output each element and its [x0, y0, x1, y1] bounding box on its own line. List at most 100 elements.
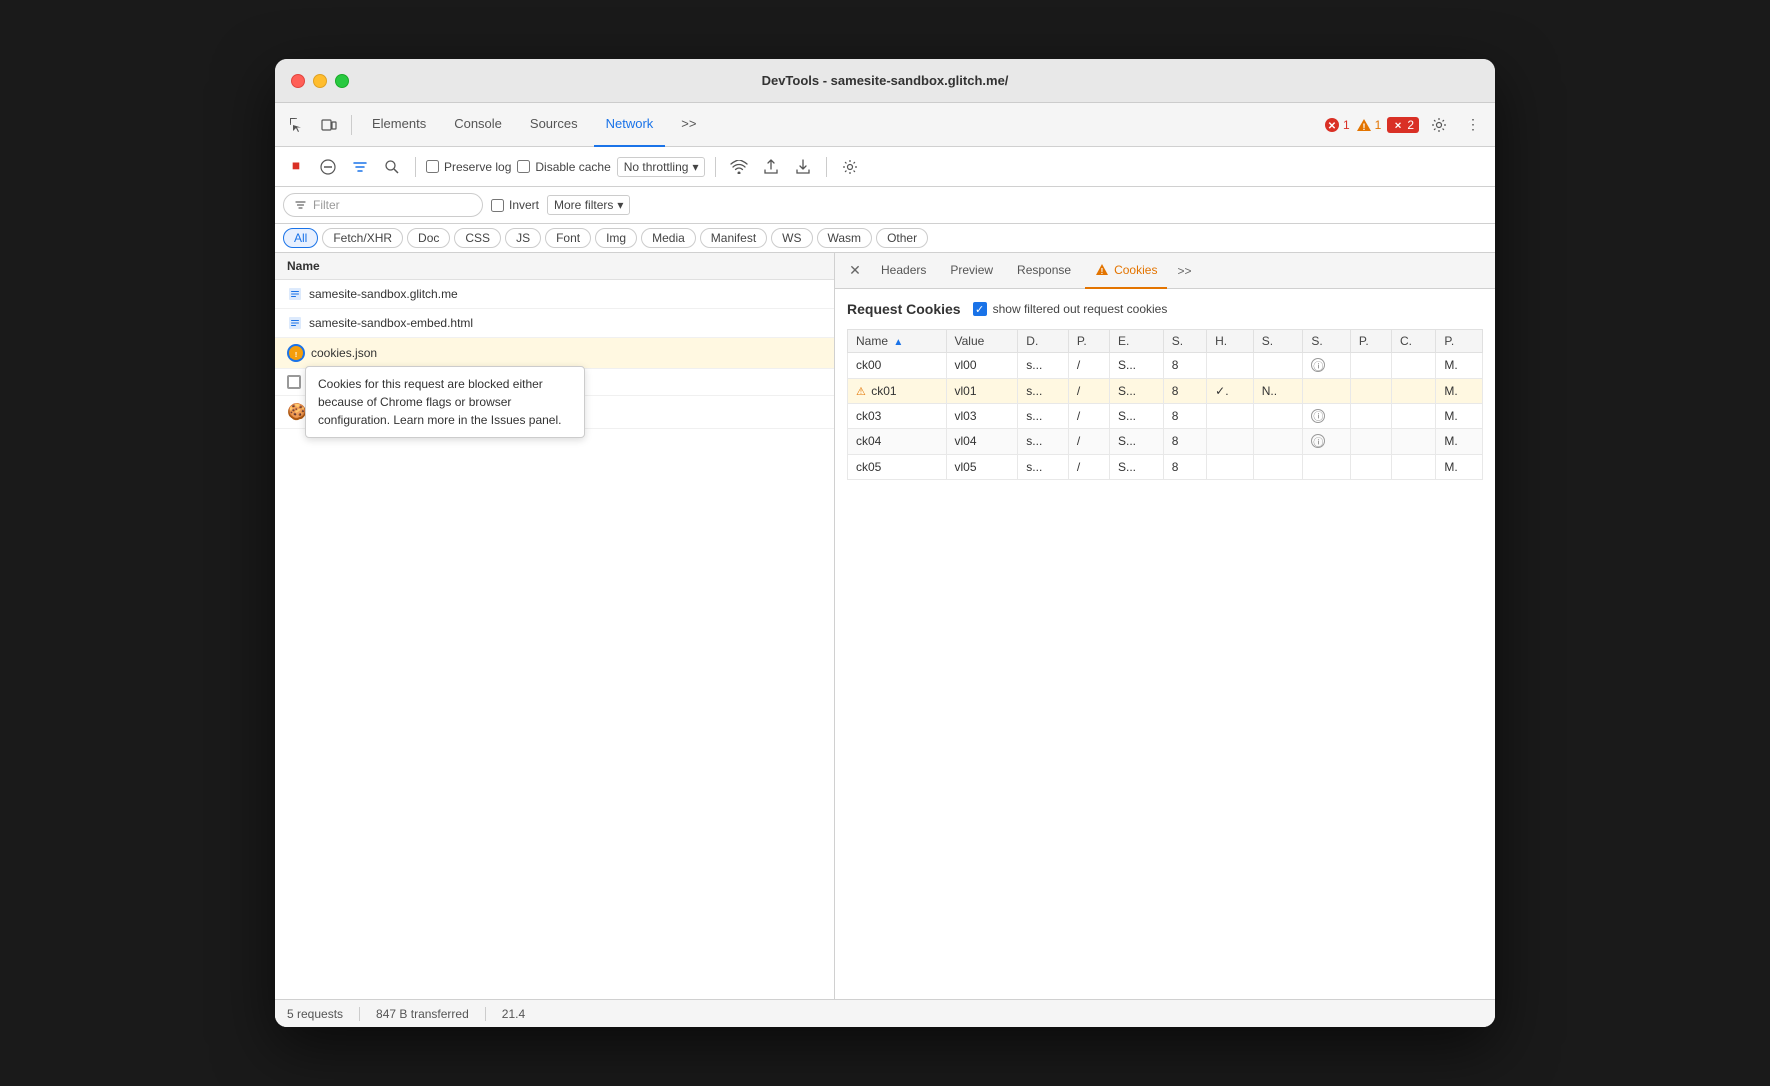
minimize-button[interactable]: [313, 74, 327, 88]
filter-all[interactable]: All: [283, 228, 318, 248]
more-options-icon[interactable]: ⋮: [1459, 111, 1487, 139]
filter-type-row: All Fetch/XHR Doc CSS JS Font Img Media …: [275, 224, 1495, 253]
col-p3[interactable]: P.: [1436, 330, 1483, 353]
settings-icon[interactable]: [1425, 111, 1453, 139]
tab-network[interactable]: Network: [594, 103, 666, 147]
panel-close-icon[interactable]: ✕: [843, 259, 867, 283]
cell-e: S...: [1110, 454, 1164, 479]
tab-headers[interactable]: Headers: [871, 253, 936, 289]
cell-c: [1391, 378, 1435, 403]
more-filters-btn[interactable]: More filters: [547, 195, 630, 215]
tab-console[interactable]: Console: [442, 103, 514, 147]
cell-s: 8: [1163, 429, 1206, 455]
cursor-icon[interactable]: [283, 111, 311, 139]
filter-ws[interactable]: WS: [771, 228, 812, 248]
filter-fetch-xhr[interactable]: Fetch/XHR: [322, 228, 403, 248]
device-toggle-icon[interactable]: [315, 111, 343, 139]
cell-name: ck05: [848, 454, 947, 479]
tab-sources[interactable]: Sources: [518, 103, 590, 147]
cell-d: s...: [1018, 454, 1069, 479]
list-item-warning[interactable]: ! cookies.json Cookies for this request …: [275, 338, 834, 369]
clear-icon[interactable]: [315, 154, 341, 180]
cell-s2: [1253, 429, 1303, 455]
cell-name: ⚠ ck01: [848, 378, 947, 403]
col-p2[interactable]: P.: [1350, 330, 1391, 353]
tab-cookies[interactable]: ! Cookies: [1085, 253, 1167, 289]
list-item[interactable]: samesite-sandbox-embed.html: [275, 309, 834, 338]
info-icon[interactable]: ⓘ: [1311, 358, 1325, 372]
col-value[interactable]: Value: [946, 330, 1018, 353]
cell-name: ck00: [848, 353, 947, 379]
tab-preview[interactable]: Preview: [940, 253, 1003, 289]
show-filtered-label[interactable]: ✓ show filtered out request cookies: [973, 302, 1168, 316]
cookie-tooltip: Cookies for this request are blocked eit…: [305, 366, 585, 438]
cell-s3: ⓘ: [1303, 353, 1351, 379]
cookies-table: Name ▲ Value D. P. E. S. H. S. S. P. C.: [847, 329, 1483, 480]
info-icon[interactable]: ⓘ: [1311, 409, 1325, 423]
devtools-body: Elements Console Sources Network >> ✕: [275, 103, 1495, 1027]
filter-icon[interactable]: [347, 154, 373, 180]
col-s2[interactable]: S.: [1253, 330, 1303, 353]
tab-response[interactable]: Response: [1007, 253, 1081, 289]
cell-h: [1207, 353, 1254, 379]
tab-elements[interactable]: Elements: [360, 103, 438, 147]
filter-wasm[interactable]: Wasm: [817, 228, 873, 248]
col-s3[interactable]: S.: [1303, 330, 1351, 353]
col-h[interactable]: H.: [1207, 330, 1254, 353]
panel-more-icon[interactable]: >>: [1171, 264, 1197, 278]
cell-d: s...: [1018, 403, 1069, 429]
upload-icon[interactable]: [758, 154, 784, 180]
filter-css[interactable]: CSS: [454, 228, 501, 248]
wifi-icon[interactable]: [726, 154, 752, 180]
preserve-log-checkbox[interactable]: Preserve log: [426, 160, 511, 174]
filter-media[interactable]: Media: [641, 228, 696, 248]
file-list: Name samesite-sandbox.glitch.me: [275, 253, 835, 999]
col-d[interactable]: D.: [1018, 330, 1069, 353]
cell-p2: [1350, 353, 1391, 379]
info-icon[interactable]: ⓘ: [1311, 434, 1325, 448]
search-icon[interactable]: [379, 154, 405, 180]
filter-js[interactable]: JS: [505, 228, 541, 248]
error-badge[interactable]: ✕ 1: [1324, 117, 1350, 133]
cell-s: 8: [1163, 403, 1206, 429]
filter-manifest[interactable]: Manifest: [700, 228, 767, 248]
filter-input-container[interactable]: Filter: [283, 193, 483, 217]
devtools-window: DevTools - samesite-sandbox.glitch.me/: [275, 59, 1495, 1027]
table-row: ck05 vl05 s... / S... 8: [848, 454, 1483, 479]
filter-bar: Filter Invert More filters: [275, 187, 1495, 224]
list-item[interactable]: samesite-sandbox.glitch.me: [275, 280, 834, 309]
close-button[interactable]: [291, 74, 305, 88]
col-c[interactable]: C.: [1391, 330, 1435, 353]
cell-d: s...: [1018, 378, 1069, 403]
warning-icon: !: [287, 344, 305, 362]
download-icon[interactable]: [790, 154, 816, 180]
issues-badge[interactable]: ✕ 2: [1387, 117, 1419, 133]
settings-network-icon[interactable]: [837, 154, 863, 180]
cell-p3: M.: [1436, 454, 1483, 479]
warning-badge[interactable]: ! 1: [1356, 117, 1382, 133]
filter-doc[interactable]: Doc: [407, 228, 450, 248]
filter-font[interactable]: Font: [545, 228, 591, 248]
requests-count: 5 requests: [287, 1007, 343, 1021]
tab-more[interactable]: >>: [669, 103, 708, 147]
nav-toolbar: Elements Console Sources Network >> ✕: [275, 103, 1495, 147]
throttle-select[interactable]: No throttling: [617, 157, 706, 177]
cell-e: S...: [1110, 403, 1164, 429]
table-row: ck04 vl04 s... / S... 8 ⓘ: [848, 429, 1483, 455]
show-filtered-checkbox[interactable]: ✓: [973, 302, 987, 316]
titlebar: DevTools - samesite-sandbox.glitch.me/: [275, 59, 1495, 103]
cookies-section-title: Request Cookies: [847, 301, 961, 317]
col-e[interactable]: E.: [1110, 330, 1164, 353]
record-stop-icon[interactable]: ⏹: [283, 154, 309, 180]
cell-value: vl01: [946, 378, 1018, 403]
disable-cache-checkbox[interactable]: Disable cache: [517, 160, 610, 174]
col-s[interactable]: S.: [1163, 330, 1206, 353]
col-p[interactable]: P.: [1068, 330, 1109, 353]
cell-s2: N..: [1253, 378, 1303, 403]
invert-checkbox[interactable]: Invert: [491, 198, 539, 212]
filter-other[interactable]: Other: [876, 228, 928, 248]
maximize-button[interactable]: [335, 74, 349, 88]
cell-e: S...: [1110, 378, 1164, 403]
col-name[interactable]: Name ▲: [848, 330, 947, 353]
filter-img[interactable]: Img: [595, 228, 637, 248]
